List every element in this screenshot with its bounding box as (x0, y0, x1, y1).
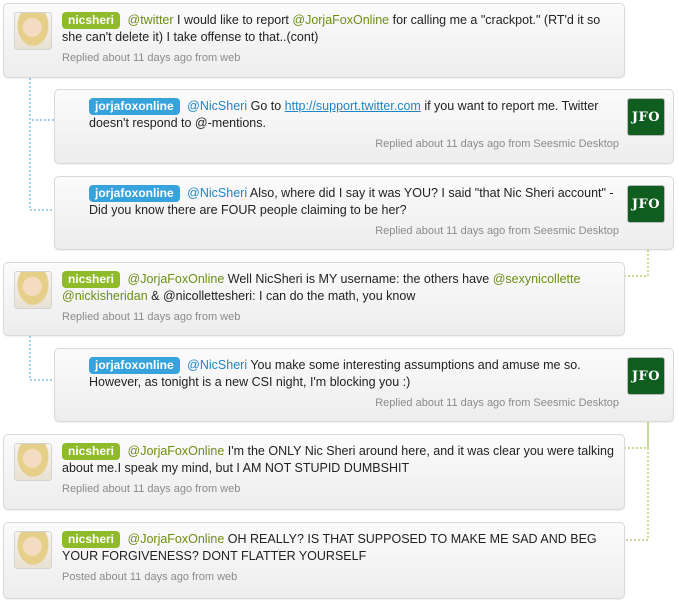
connector-green-2 (625, 422, 649, 449)
mention-link[interactable]: @JorjaFoxOnline (128, 444, 225, 458)
tweet-card: nicsheri @JorjaFoxOnline I'm the ONLY Ni… (3, 434, 625, 510)
tweet-content: nicsheri @JorjaFoxOnline I'm the ONLY Ni… (62, 443, 614, 495)
tweet-content: nicsheri @JorjaFoxOnline OH REALLY? IS T… (62, 531, 614, 583)
tweet-body: jorjafoxonline @NicSheri Also, where did… (89, 185, 619, 219)
tweet-content: jorjafoxonline @NicSheri Go to http://su… (89, 98, 619, 150)
tweet-content: jorjafoxonline @NicSheri You make some i… (89, 357, 619, 409)
mention-link[interactable]: @JorjaFoxOnline (128, 272, 225, 286)
author-tag[interactable]: jorjafoxonline (89, 357, 180, 374)
user-avatar-icon[interactable] (14, 443, 52, 481)
mention-link[interactable]: @sexynicollette (493, 272, 581, 286)
mention-link[interactable]: @NicSheri (187, 99, 247, 113)
tweet-card: JFO jorjafoxonline @NicSheri Go to http:… (54, 89, 674, 164)
connector-green-1 (625, 250, 649, 277)
avatar-text: JFO (631, 368, 661, 384)
avatar-text: JFO (631, 196, 661, 212)
tweet-body: nicsheri @JorjaFoxOnline OH REALLY? IS T… (62, 531, 614, 565)
tweet-meta: Replied about 11 days ago from Seesmic D… (375, 225, 619, 237)
tweet-content: nicsheri @twitter I would like to report… (62, 12, 614, 64)
mention-link[interactable]: @NicSheri (187, 186, 247, 200)
mention-link[interactable]: @JorjaFoxOnline (292, 13, 389, 27)
author-tag[interactable]: nicsheri (62, 531, 121, 548)
tweet-meta: Posted about 11 days ago from web (62, 571, 238, 583)
jfo-logo-icon[interactable]: JFO (627, 98, 665, 136)
tweet-body: nicsheri @JorjaFoxOnline Well NicSheri i… (62, 271, 614, 305)
conversation-thread: nicsheri @twitter I would like to report… (0, 0, 678, 603)
connector-blue-1 (29, 78, 54, 121)
tweet-card: nicsheri @twitter I would like to report… (3, 3, 625, 78)
author-tag[interactable]: jorjafoxonline (89, 98, 180, 115)
tweet-content: jorjafoxonline @NicSheri Also, where did… (89, 185, 619, 237)
author-tag[interactable]: nicsheri (62, 271, 121, 288)
user-avatar-icon[interactable] (14, 271, 52, 309)
tweet-text: Go to (250, 99, 282, 113)
connector-green-3 (625, 424, 649, 541)
jfo-logo-icon[interactable]: JFO (627, 357, 665, 395)
tweet-meta: Replied about 11 days ago from Seesmic D… (375, 138, 619, 150)
tweet-body: jorjafoxonline @NicSheri Go to http://su… (89, 98, 619, 132)
tweet-card: nicsheri @JorjaFoxOnline Well NicSheri i… (3, 262, 625, 336)
tweet-body: nicsheri @twitter I would like to report… (62, 12, 614, 46)
author-tag[interactable]: nicsheri (62, 443, 121, 460)
connector-blue-2 (29, 78, 54, 211)
user-avatar-icon[interactable] (14, 531, 52, 569)
support-link[interactable]: http://support.twitter.com (285, 99, 421, 113)
tweet-card: nicsheri @JorjaFoxOnline OH REALLY? IS T… (3, 522, 625, 599)
author-tag[interactable]: jorjafoxonline (89, 185, 180, 202)
tweet-card: JFO jorjafoxonline @NicSheri You make so… (54, 348, 674, 422)
tweet-card: JFO jorjafoxonline @NicSheri Also, where… (54, 176, 674, 250)
tweet-meta: Replied about 11 days ago from web (62, 483, 241, 495)
tweet-meta: Replied about 11 days ago from Seesmic D… (375, 397, 619, 409)
jfo-logo-icon[interactable]: JFO (627, 185, 665, 223)
mention-link[interactable]: @JorjaFoxOnline (128, 532, 225, 546)
tweet-body: jorjafoxonline @NicSheri You make some i… (89, 357, 619, 391)
tweet-text: & @nicollettesheri: I can do the math, y… (151, 289, 416, 303)
tweet-content: nicsheri @JorjaFoxOnline Well NicSheri i… (62, 271, 614, 323)
tweet-meta: Replied about 11 days ago from web (62, 311, 241, 323)
tweet-text: I would like to report (177, 13, 289, 27)
avatar-text: JFO (631, 109, 661, 125)
connector-blue-3 (29, 336, 54, 381)
tweet-text: Well NicSheri is MY username: the others… (227, 272, 490, 286)
mention-link[interactable]: @NicSheri (187, 358, 247, 372)
tweet-meta: Replied about 11 days ago from web (62, 52, 241, 64)
mention-link[interactable]: @twitter (128, 13, 174, 27)
tweet-body: nicsheri @JorjaFoxOnline I'm the ONLY Ni… (62, 443, 614, 477)
user-avatar-icon[interactable] (14, 12, 52, 50)
mention-link[interactable]: @nickisheridan (62, 289, 148, 303)
author-tag[interactable]: nicsheri (62, 12, 121, 29)
